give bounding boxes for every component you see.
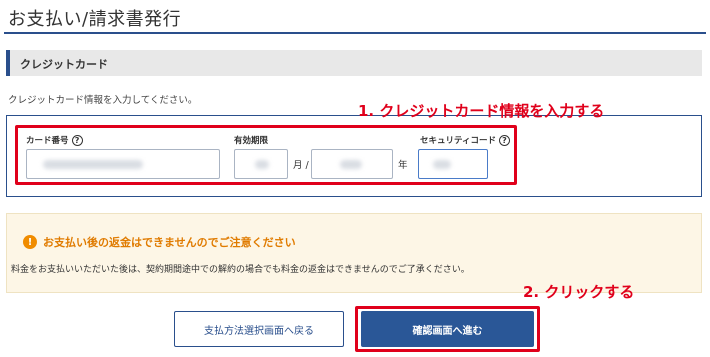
instruction-text: クレジットカード情報を入力してください。 (8, 95, 198, 106)
back-button[interactable]: 支払方法選択画面へ戻る (174, 311, 344, 347)
card-number-input[interactable] (26, 149, 220, 179)
expiry-label: 有効期限 (234, 134, 268, 146)
help-icon[interactable]: ? (71, 134, 83, 146)
help-icon[interactable]: ? (499, 134, 510, 146)
title-divider (4, 32, 706, 34)
year-unit: 年 (398, 160, 408, 171)
section-title: クレジットカード (20, 58, 108, 71)
annotation-step-1: 1. クレジットカード情報を入力する (358, 102, 605, 120)
notice-heading-text: お支払い後の返金はできませんのでご注意ください (43, 236, 296, 249)
notice-heading: ! お支払い後の返金はできませんのでご注意ください (23, 234, 296, 250)
security-code-input[interactable] (418, 149, 488, 179)
month-unit: 月 / (293, 160, 309, 171)
card-number-label-text: カード番号 (26, 136, 69, 146)
confirm-button[interactable]: 確認画面へ進む (361, 311, 534, 347)
notice-body: 料金をお支払いいただいた後は、契約期間途中での解約の場合でも料金の返金はできませ… (11, 265, 470, 275)
warning-icon: ! (23, 235, 37, 249)
section-header: クレジットカード (6, 50, 702, 76)
annotation-step-2: 2. クリックする (523, 283, 635, 301)
page-title: お支払い/請求書発行 (8, 9, 182, 30)
security-code-label-text: セキュリティコード (420, 136, 496, 146)
card-number-label: カード番号 ? (26, 134, 83, 146)
expiry-year-input[interactable] (311, 149, 393, 179)
expiry-month-input[interactable] (234, 149, 288, 179)
masked-value (43, 160, 143, 169)
expiry-label-text: 有効期限 (234, 136, 269, 146)
masked-value (255, 160, 269, 169)
masked-value (433, 160, 451, 169)
masked-value (340, 160, 362, 169)
security-code-label: セキュリティコード ? (420, 134, 510, 146)
